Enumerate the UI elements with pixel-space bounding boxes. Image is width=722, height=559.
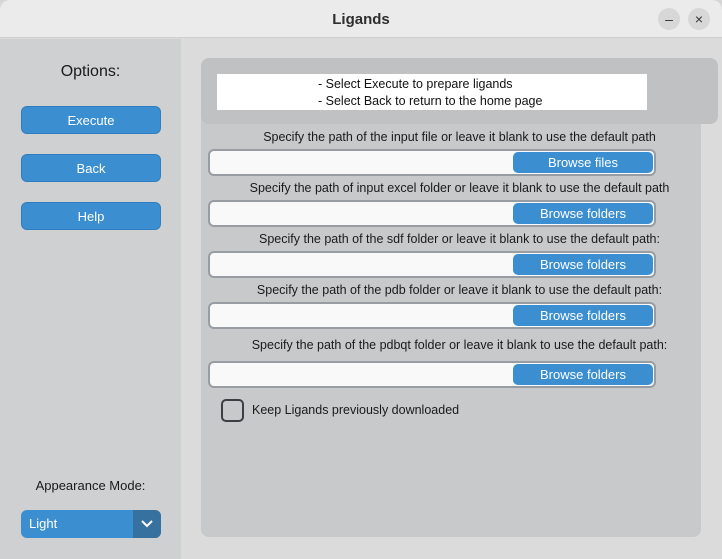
window-title: Ligands	[332, 11, 390, 28]
browse-files-button[interactable]: Browse files	[513, 152, 653, 173]
close-button[interactable]: ×	[688, 8, 710, 30]
info-line-back: - Select Back to return to the home page	[318, 94, 543, 108]
help-button[interactable]: Help	[21, 202, 161, 230]
keep-ligands-label[interactable]: Keep Ligands previously downloaded	[252, 403, 459, 417]
browse-excel-folder-button[interactable]: Browse folders	[513, 203, 653, 224]
pdb-folder-label: Specify the path of the pdb folder or le…	[256, 283, 663, 297]
excel-folder-label: Specify the path of input excel folder o…	[249, 181, 670, 195]
dropdown-arrow-button[interactable]	[133, 510, 161, 538]
title-bar: Ligands – ×	[0, 0, 722, 38]
appearance-mode-select[interactable]: Light	[21, 510, 161, 538]
appearance-mode-label: Appearance Mode:	[35, 478, 146, 493]
chevron-down-icon	[141, 520, 153, 528]
minimize-button[interactable]: –	[658, 8, 680, 30]
appearance-mode-value: Light	[29, 516, 58, 531]
sdf-folder-label: Specify the path of the sdf folder or le…	[259, 232, 660, 246]
app-window: Ligands – × Options: Execute Back Help A…	[0, 0, 722, 559]
close-icon: ×	[694, 11, 704, 27]
keep-ligands-checkbox[interactable]	[221, 399, 244, 422]
browse-pdb-folder-button[interactable]: Browse folders	[513, 305, 653, 326]
input-file-label: Specify the path of the input file or le…	[263, 130, 656, 144]
info-line-execute: - Select Execute to prepare ligands	[318, 77, 513, 91]
pdbqt-folder-label: Specify the path of the pdbqt folder or …	[251, 338, 668, 352]
execute-button[interactable]: Execute	[21, 106, 161, 134]
browse-pdbqt-folder-button[interactable]: Browse folders	[513, 364, 653, 385]
back-button[interactable]: Back	[21, 154, 161, 182]
sidebar: Options: Execute Back Help Appearance Mo…	[0, 39, 181, 559]
minimize-icon: –	[665, 11, 673, 27]
sidebar-title: Options:	[60, 63, 121, 80]
browse-sdf-folder-button[interactable]: Browse folders	[513, 254, 653, 275]
